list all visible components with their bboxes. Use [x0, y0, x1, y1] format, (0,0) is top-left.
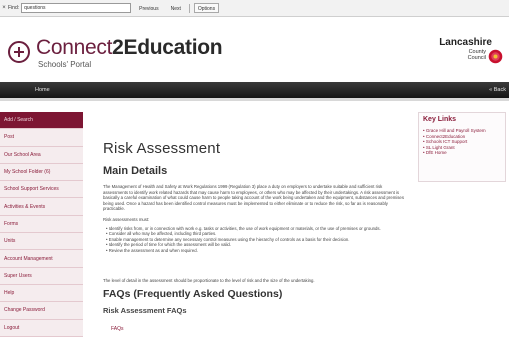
- sidebar-item-add-search[interactable]: Add / Search: [0, 112, 83, 130]
- council-sub-line-2: Council: [467, 55, 486, 61]
- nav-back-link[interactable]: « Back: [489, 87, 506, 93]
- main-content: Risk Assessment Main Details The Managem…: [103, 140, 408, 332]
- connect2education-logo-icon[interactable]: [8, 41, 30, 63]
- red-rose-icon: [488, 49, 503, 64]
- council-name: Lancashire: [439, 37, 492, 48]
- must-label: Risk assessments must:: [103, 217, 150, 222]
- find-toolbar: × Find: Previous Next Options: [0, 0, 509, 17]
- sidebar-item-help[interactable]: Help: [0, 285, 83, 303]
- sidebar-item-my-school-folder[interactable]: My School Folder (6): [0, 164, 83, 182]
- toolbar-divider: [188, 3, 190, 13]
- sidebar-item-account-management[interactable]: Account Management: [0, 250, 83, 268]
- faq-heading: FAQs (Frequently Asked Questions): [103, 288, 283, 300]
- sidebar-item-school-support-services[interactable]: School Support Services: [0, 181, 83, 199]
- navbar-underline: [0, 98, 509, 101]
- key-links-list: Grace Hill and Payroll System Connect2Ed…: [423, 128, 503, 156]
- sidebar-item-our-school-area[interactable]: Our School Area: [0, 147, 83, 164]
- site-header: Connect2Education Schools' Portal Lancas…: [0, 17, 509, 82]
- close-find-icon[interactable]: ×: [0, 5, 8, 11]
- sidebar-item-super-users[interactable]: Super Users: [0, 268, 83, 285]
- key-links-title: Key Links: [423, 116, 457, 123]
- list-item: Review the assessment as and when requir…: [106, 248, 402, 253]
- find-options-button[interactable]: Options: [193, 3, 220, 13]
- brand-part-2: 2Education: [112, 36, 223, 59]
- nav-back-label: Back: [493, 87, 506, 93]
- sidebar-item-post[interactable]: Post: [0, 129, 83, 147]
- page-title: Risk Assessment: [103, 140, 221, 157]
- sidebar-menu: Add / Search Post Our School Area My Sch…: [0, 112, 83, 337]
- find-input[interactable]: [21, 3, 132, 13]
- sidebar-item-logout[interactable]: Logout: [0, 320, 83, 337]
- faq-link[interactable]: FAQs: [111, 326, 124, 332]
- sidebar-item-activities-events[interactable]: Activities & Events: [0, 198, 83, 216]
- main-navbar: Home « Back: [0, 82, 509, 101]
- requirements-list: Identify risks from, or in connection wi…: [106, 226, 402, 253]
- site-brand[interactable]: Connect2Education: [36, 36, 223, 59]
- section-heading-main-details: Main Details: [103, 165, 168, 177]
- find-previous-button[interactable]: Previous: [135, 3, 162, 13]
- intro-paragraph: The Management of Health and Safety at W…: [103, 184, 404, 212]
- brand-part-1: Connect: [36, 36, 113, 59]
- council-logo[interactable]: Lancashire County Council: [416, 37, 506, 77]
- find-label: Find:: [8, 5, 20, 11]
- nav-home-link[interactable]: Home: [35, 87, 50, 93]
- find-next-button[interactable]: Next: [167, 3, 185, 13]
- sidebar-item-units[interactable]: Units: [0, 233, 83, 251]
- key-links-panel: Key Links Grace Hill and Payroll System …: [418, 112, 506, 182]
- council-subtitle: County Council: [468, 49, 486, 61]
- brand-subtitle: Schools' Portal: [38, 60, 92, 69]
- key-link-dfe-home[interactable]: DfE Home: [423, 150, 503, 156]
- sidebar-item-forms[interactable]: Forms: [0, 216, 83, 234]
- faq-subheading: Risk Assessment FAQs: [103, 306, 187, 315]
- sidebar-item-change-password[interactable]: Change Password: [0, 302, 83, 320]
- detail-level-paragraph: The level of detail in the assessment sh…: [103, 278, 315, 283]
